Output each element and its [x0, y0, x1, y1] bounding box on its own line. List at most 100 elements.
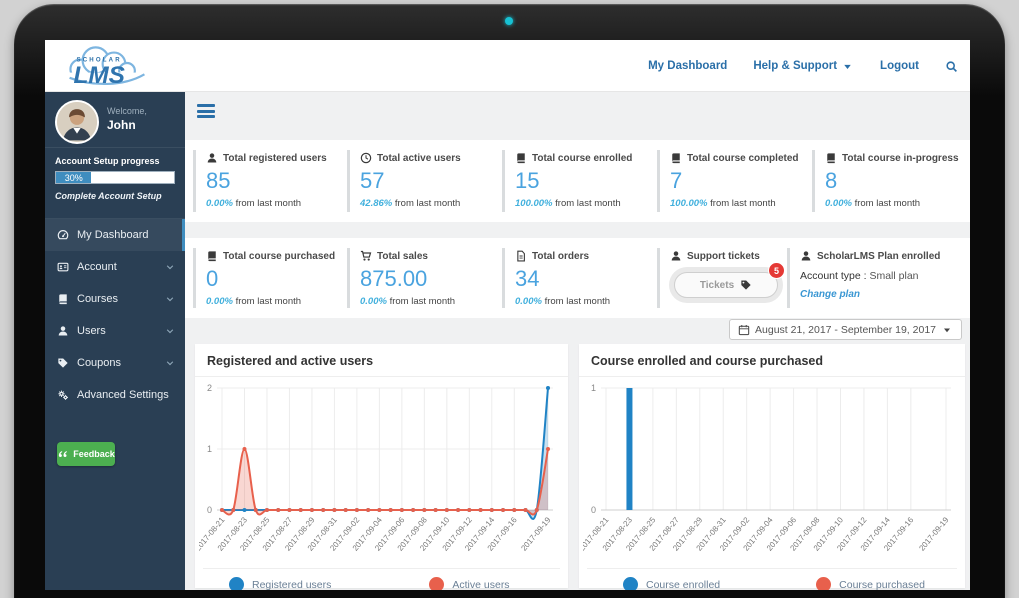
stat-label: Total course completed	[687, 153, 799, 164]
date-range-picker[interactable]: August 21, 2017 - September 19, 2017	[729, 319, 962, 340]
line-chart: 0122017-08-212017-08-232017-08-252017-08…	[199, 381, 564, 568]
caret-down-icon	[841, 60, 854, 73]
stat-sub: 0.00% from last month	[825, 198, 964, 209]
avatar[interactable]	[55, 100, 99, 144]
sidebar: Welcome, John Account Setup progress 30%…	[45, 92, 185, 590]
date-range-label: August 21, 2017 - September 19, 2017	[755, 324, 936, 336]
chart-title: Registered and active users	[195, 344, 568, 377]
account-type-line: Account type : Small plan	[800, 270, 964, 282]
header-nav: My Dashboard Help & Support Logout	[648, 40, 958, 92]
user-icon	[800, 250, 812, 262]
stat-sub: 100.00% from last month	[670, 198, 807, 209]
stat-total-course-purchased: Total course purchased 0 0.00% from last…	[193, 248, 343, 308]
stats-row-2: Total course purchased 0 0.00% from last…	[185, 238, 970, 318]
nav-my-dashboard[interactable]: My Dashboard	[648, 60, 727, 72]
book-icon	[206, 250, 218, 262]
stat-sub: 42.86% from last month	[360, 198, 497, 209]
sidebar-item-label: Advanced Settings	[77, 389, 169, 401]
account-setup-block: Account Setup progress 30% Complete Acco…	[55, 156, 175, 201]
legend-dot-blue	[229, 577, 244, 590]
stat-value: 15	[515, 168, 652, 194]
calendar-icon	[738, 324, 750, 336]
book-icon	[825, 152, 837, 164]
tickets-badge: 5	[768, 262, 785, 279]
user-name: John	[107, 118, 136, 132]
sidebar-item-label: Courses	[77, 293, 118, 305]
legend-item: Course purchased	[816, 577, 925, 590]
stat-total-active-users: Total active users 57 42.86% from last m…	[347, 150, 497, 212]
sidebar-item-coupons[interactable]: Coupons	[45, 347, 185, 379]
stat-value: 8	[825, 168, 964, 194]
support-tickets-card: Support tickets Tickets 5	[657, 248, 783, 308]
sidebar-item-my-dashboard[interactable]: My Dashboard	[45, 219, 185, 251]
nav-help-support[interactable]: Help & Support	[753, 60, 854, 73]
gears-icon	[57, 389, 69, 401]
tickets-button-label: Tickets	[700, 280, 734, 291]
tag-icon	[57, 357, 69, 369]
top-header: SCHOLAR LMS My Dashboard Help & Support …	[45, 40, 970, 92]
page: SCHOLAR LMS My Dashboard Help & Support …	[0, 0, 1019, 598]
sidebar-item-label: Account	[77, 261, 117, 273]
change-plan-link[interactable]: Change plan	[800, 289, 964, 300]
caret-down-icon	[941, 324, 953, 336]
welcome-label: Welcome,	[107, 106, 147, 116]
sidebar-item-courses[interactable]: Courses	[45, 283, 185, 315]
svg-text:2017-09-19: 2017-09-19	[917, 515, 951, 553]
nav-logout[interactable]: Logout	[880, 60, 919, 72]
chevron-down-icon	[165, 294, 175, 304]
sidebar-menu: My Dashboard Account Courses Users	[45, 218, 185, 411]
sidebar-item-label: My Dashboard	[77, 229, 149, 241]
stat-value: 57	[360, 168, 497, 194]
sidebar-item-advanced-settings[interactable]: Advanced Settings	[45, 379, 185, 411]
legend-item: Active users	[429, 577, 509, 590]
legend-dot-blue	[623, 577, 638, 590]
book-icon	[57, 293, 69, 305]
bar-chart: 012017-08-212017-08-232017-08-252017-08-…	[583, 381, 961, 568]
chevron-down-icon	[165, 358, 175, 368]
clock-icon	[360, 152, 372, 164]
setup-progress-fill: 30%	[56, 172, 91, 183]
stat-value: 34	[515, 266, 652, 292]
plan-label: ScholarLMS Plan enrolled	[817, 251, 940, 262]
tickets-button[interactable]: Tickets 5	[674, 272, 778, 298]
legend-item: Course enrolled	[623, 577, 720, 590]
svg-text:1: 1	[207, 444, 212, 454]
svg-text:1: 1	[591, 383, 596, 393]
stat-label: Total sales	[377, 251, 428, 262]
stat-total-registered-users: Total registered users 85 0.00% from las…	[193, 150, 343, 212]
stat-total-course-completed: Total course completed 7 100.00% from la…	[657, 150, 807, 212]
stat-label: Total active users	[377, 153, 461, 164]
stat-sub: 100.00% from last month	[515, 198, 652, 209]
feedback-button[interactable]: Feedback	[57, 442, 115, 466]
book-icon	[670, 152, 682, 164]
quote-icon	[57, 448, 69, 460]
stat-label: Total course in-progress	[842, 153, 959, 164]
complete-account-setup-link[interactable]: Complete Account Setup	[55, 191, 175, 201]
chart-legend: Course enrolled Course purchased	[587, 568, 957, 590]
sidebar-item-label: Coupons	[77, 357, 121, 369]
legend-dot-orange	[429, 577, 444, 590]
cart-icon	[360, 250, 372, 262]
stat-value: 875.00	[360, 266, 497, 292]
stat-total-orders: Total orders 34 0.00% from last month	[502, 248, 652, 308]
stat-total-sales: Total sales 875.00 0.00% from last month	[347, 248, 497, 308]
id-card-icon	[57, 261, 69, 273]
sidebar-item-label: Users	[77, 325, 106, 337]
svg-text:0: 0	[591, 505, 596, 515]
user-icon	[57, 325, 69, 337]
search-icon[interactable]	[945, 60, 958, 73]
tag-icon	[740, 279, 752, 291]
legend-dot-orange	[816, 577, 831, 590]
plan-card: ScholarLMS Plan enrolled Account type : …	[787, 248, 964, 308]
file-icon	[515, 250, 527, 262]
chart-panel-registered-active: Registered and active users 0122017-08-2…	[195, 344, 568, 588]
sidebar-item-account[interactable]: Account	[45, 251, 185, 283]
hamburger-menu-icon[interactable]	[197, 104, 215, 118]
scholar-lms-logo[interactable]: SCHOLAR LMS	[59, 43, 155, 90]
sidebar-item-users[interactable]: Users	[45, 315, 185, 347]
stat-value: 0	[206, 266, 343, 292]
support-tickets-label: Support tickets	[687, 251, 760, 262]
setup-progress-label: Account Setup progress	[55, 156, 175, 166]
stat-label: Total registered users	[223, 153, 327, 164]
profile-block: Welcome, John	[45, 92, 185, 148]
